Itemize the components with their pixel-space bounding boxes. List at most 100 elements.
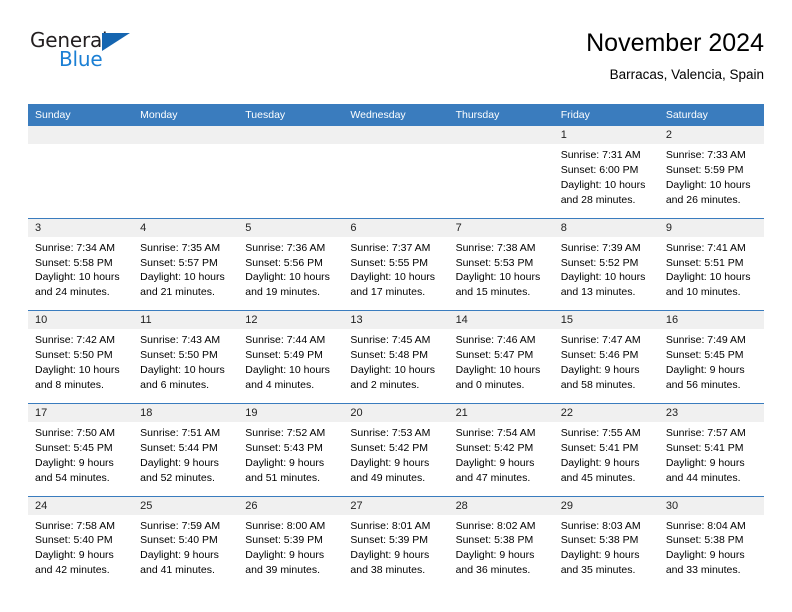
day-number[interactable]: 7 — [448, 217, 554, 237]
day-number-empty — [133, 126, 239, 144]
daylight-text: Daylight: 9 hours — [560, 456, 640, 469]
day-cell[interactable]: Sunrise: 7:31 AM Sunset: 6:00 PM Daylight:… — [553, 144, 659, 219]
day-cell[interactable]: Sunrise: 8:01 AM Sunset: 5:39 PM Daylight:… — [343, 514, 449, 589]
day-cell[interactable]: Sunrise: 7:35 AM Sunset: 5:57 PM Daylight:… — [133, 236, 239, 311]
daylight-text-cont: and 17 minutes. — [350, 286, 426, 299]
sunset-text: Sunset: 5:43 PM — [245, 441, 323, 454]
daylight-text: Daylight: 9 hours — [245, 456, 325, 469]
sunrise-text: Sunrise: 7:45 AM — [350, 334, 431, 347]
day-cell[interactable]: Sunrise: 7:47 AM Sunset: 5:46 PM Daylight:… — [553, 329, 659, 404]
day-cell[interactable]: Sunrise: 7:55 AM Sunset: 5:41 PM Daylight:… — [553, 421, 659, 496]
daylight-text: Daylight: 9 hours — [350, 456, 430, 469]
day-cell[interactable]: Sunrise: 7:59 AM Sunset: 5:40 PM Daylight:… — [133, 514, 239, 589]
weekday-header-sunday: Sunday — [28, 104, 134, 126]
day-number[interactable]: 28 — [448, 495, 554, 515]
day-number[interactable]: 19 — [238, 402, 344, 422]
day-cell[interactable]: Sunrise: 7:54 AM Sunset: 5:42 PM Daylight:… — [448, 421, 554, 496]
day-cell[interactable]: Sunrise: 7:58 AM Sunset: 5:40 PM Daylight:… — [28, 514, 134, 589]
day-cell[interactable]: Sunrise: 7:51 AM Sunset: 5:44 PM Daylight:… — [133, 421, 239, 496]
day-number[interactable]: 10 — [28, 310, 134, 330]
day-cell[interactable]: Sunrise: 7:52 AM Sunset: 5:43 PM Daylight:… — [238, 421, 344, 496]
day-number[interactable]: 15 — [553, 310, 659, 330]
day-number[interactable]: 3 — [28, 217, 134, 237]
day-number[interactable]: 14 — [448, 310, 554, 330]
day-number[interactable]: 9 — [658, 217, 764, 237]
daylight-text: Daylight: 9 hours — [560, 364, 640, 377]
calendar-body: 1 2 Sunrise: 7:31 AM Sunset: 6:00 PM Dayligh… — [28, 126, 764, 589]
sunrise-text: Sunrise: 7:49 AM — [665, 334, 746, 347]
day-cell[interactable]: Sunrise: 7:41 AM Sunset: 5:51 PM Daylight:… — [658, 236, 764, 311]
day-number[interactable]: 17 — [28, 402, 134, 422]
location-subtitle: Barracas, Valencia, Spain — [609, 66, 764, 82]
day-cell[interactable]: Sunrise: 7:50 AM Sunset: 5:45 PM Daylight:… — [28, 421, 134, 496]
day-cell[interactable]: Sunrise: 7:36 AM Sunset: 5:56 PM Daylight:… — [238, 236, 344, 311]
day-cell[interactable]: Sunrise: 7:34 AM Sunset: 5:58 PM Daylight:… — [28, 236, 134, 311]
daylight-text-cont: and 2 minutes. — [350, 378, 420, 391]
day-number[interactable]: 4 — [133, 217, 239, 237]
daylight-text: Daylight: 10 hours — [560, 178, 646, 191]
daylight-text: Daylight: 9 hours — [140, 549, 219, 562]
day-number[interactable]: 5 — [238, 217, 344, 237]
day-cell[interactable]: Sunrise: 7:37 AM Sunset: 5:55 PM Daylight:… — [343, 236, 449, 311]
day-cell[interactable]: Sunrise: 7:39 AM Sunset: 5:52 PM Daylight:… — [553, 236, 659, 311]
day-number[interactable]: 25 — [133, 495, 239, 515]
day-number-empty — [448, 126, 554, 144]
day-number[interactable]: 26 — [238, 495, 344, 515]
day-number[interactable]: 13 — [343, 310, 449, 330]
day-cell[interactable]: Sunrise: 7:42 AM Sunset: 5:50 PM Daylight:… — [28, 329, 134, 404]
sunset-text: Sunset: 5:50 PM — [35, 349, 113, 362]
general-blue-logo[interactable]: General Blue — [30, 28, 142, 72]
sunrise-text: Sunrise: 7:51 AM — [140, 426, 221, 439]
day-cell[interactable]: Sunrise: 7:44 AM Sunset: 5:49 PM Daylight:… — [238, 329, 344, 404]
sunrise-text: Sunrise: 8:00 AM — [245, 519, 326, 532]
day-number[interactable]: 2 — [658, 126, 764, 144]
sunrise-text: Sunrise: 7:43 AM — [140, 334, 221, 347]
day-cell[interactable]: Sunrise: 7:43 AM Sunset: 5:50 PM Daylight:… — [133, 329, 239, 404]
day-number[interactable]: 24 — [28, 495, 134, 515]
day-cell[interactable]: Sunrise: 8:02 AM Sunset: 5:38 PM Daylight:… — [448, 514, 554, 589]
day-cell[interactable]: Sunrise: 7:57 AM Sunset: 5:41 PM Daylight:… — [658, 421, 764, 496]
daylight-text-cont: and 38 minutes. — [350, 564, 426, 577]
day-cell[interactable]: Sunrise: 8:03 AM Sunset: 5:38 PM Daylight:… — [553, 514, 659, 589]
day-cell[interactable]: Sunrise: 7:38 AM Sunset: 5:53 PM Daylight:… — [448, 236, 554, 311]
day-cell[interactable]: Sunrise: 7:45 AM Sunset: 5:48 PM Daylight:… — [343, 329, 449, 404]
day-number[interactable]: 12 — [238, 310, 344, 330]
day-number[interactable]: 11 — [133, 310, 239, 330]
day-number[interactable]: 21 — [448, 402, 554, 422]
daylight-text-cont: and 33 minutes. — [665, 564, 741, 577]
day-number[interactable]: 6 — [343, 217, 449, 237]
daylight-text-cont: and 26 minutes. — [665, 193, 741, 206]
day-cell[interactable]: Sunrise: 7:49 AM Sunset: 5:45 PM Daylight:… — [658, 329, 764, 404]
day-number[interactable]: 30 — [658, 495, 764, 515]
sunset-text: Sunset: 5:57 PM — [140, 256, 218, 269]
day-cell[interactable]: Sunrise: 7:33 AM Sunset: 5:59 PM Daylight:… — [658, 144, 764, 219]
day-number[interactable]: 16 — [658, 310, 764, 330]
day-number[interactable]: 8 — [553, 217, 659, 237]
day-number[interactable]: 23 — [658, 402, 764, 422]
day-cell[interactable]: Sunrise: 7:46 AM Sunset: 5:47 PM Daylight:… — [448, 329, 554, 404]
day-number[interactable]: 22 — [553, 402, 659, 422]
day-cell[interactable]: Sunrise: 8:00 AM Sunset: 5:39 PM Daylight:… — [238, 514, 344, 589]
sunset-text: Sunset: 5:39 PM — [350, 534, 429, 547]
sunset-text: Sunset: 5:38 PM — [455, 534, 534, 547]
sunrise-text: Sunrise: 7:31 AM — [560, 149, 641, 161]
sunset-text: Sunset: 5:46 PM — [560, 349, 639, 362]
day-number[interactable]: 27 — [343, 495, 449, 515]
daylight-text-cont: and 45 minutes. — [560, 471, 636, 484]
day-number[interactable]: 20 — [343, 402, 449, 422]
day-cell[interactable]: Sunrise: 7:53 AM Sunset: 5:42 PM Daylight:… — [343, 421, 449, 496]
sunrise-text: Sunrise: 7:47 AM — [560, 334, 641, 347]
daylight-text: Daylight: 10 hours — [350, 364, 436, 377]
sunset-text: Sunset: 5:47 PM — [455, 349, 534, 362]
calendar-table: Sunday Monday Tuesday Wednesday Thursday… — [28, 104, 764, 589]
day-number[interactable]: 18 — [133, 402, 239, 422]
sunrise-text: Sunrise: 7:39 AM — [560, 241, 641, 254]
weekday-header-row: Sunday Monday Tuesday Wednesday Thursday… — [28, 104, 764, 126]
day-number-empty — [28, 126, 134, 144]
day-number[interactable]: 29 — [553, 495, 659, 515]
day-cell[interactable]: Sunrise: 8:04 AM Sunset: 5:38 PM Daylight:… — [658, 514, 764, 589]
daylight-text-cont: and 58 minutes. — [560, 378, 636, 391]
sunrise-text: Sunrise: 7:38 AM — [455, 241, 536, 254]
day-number[interactable]: 1 — [553, 126, 659, 144]
week-info-row: Sunrise: 7:42 AM Sunset: 5:50 PM Daylight:… — [28, 329, 764, 404]
